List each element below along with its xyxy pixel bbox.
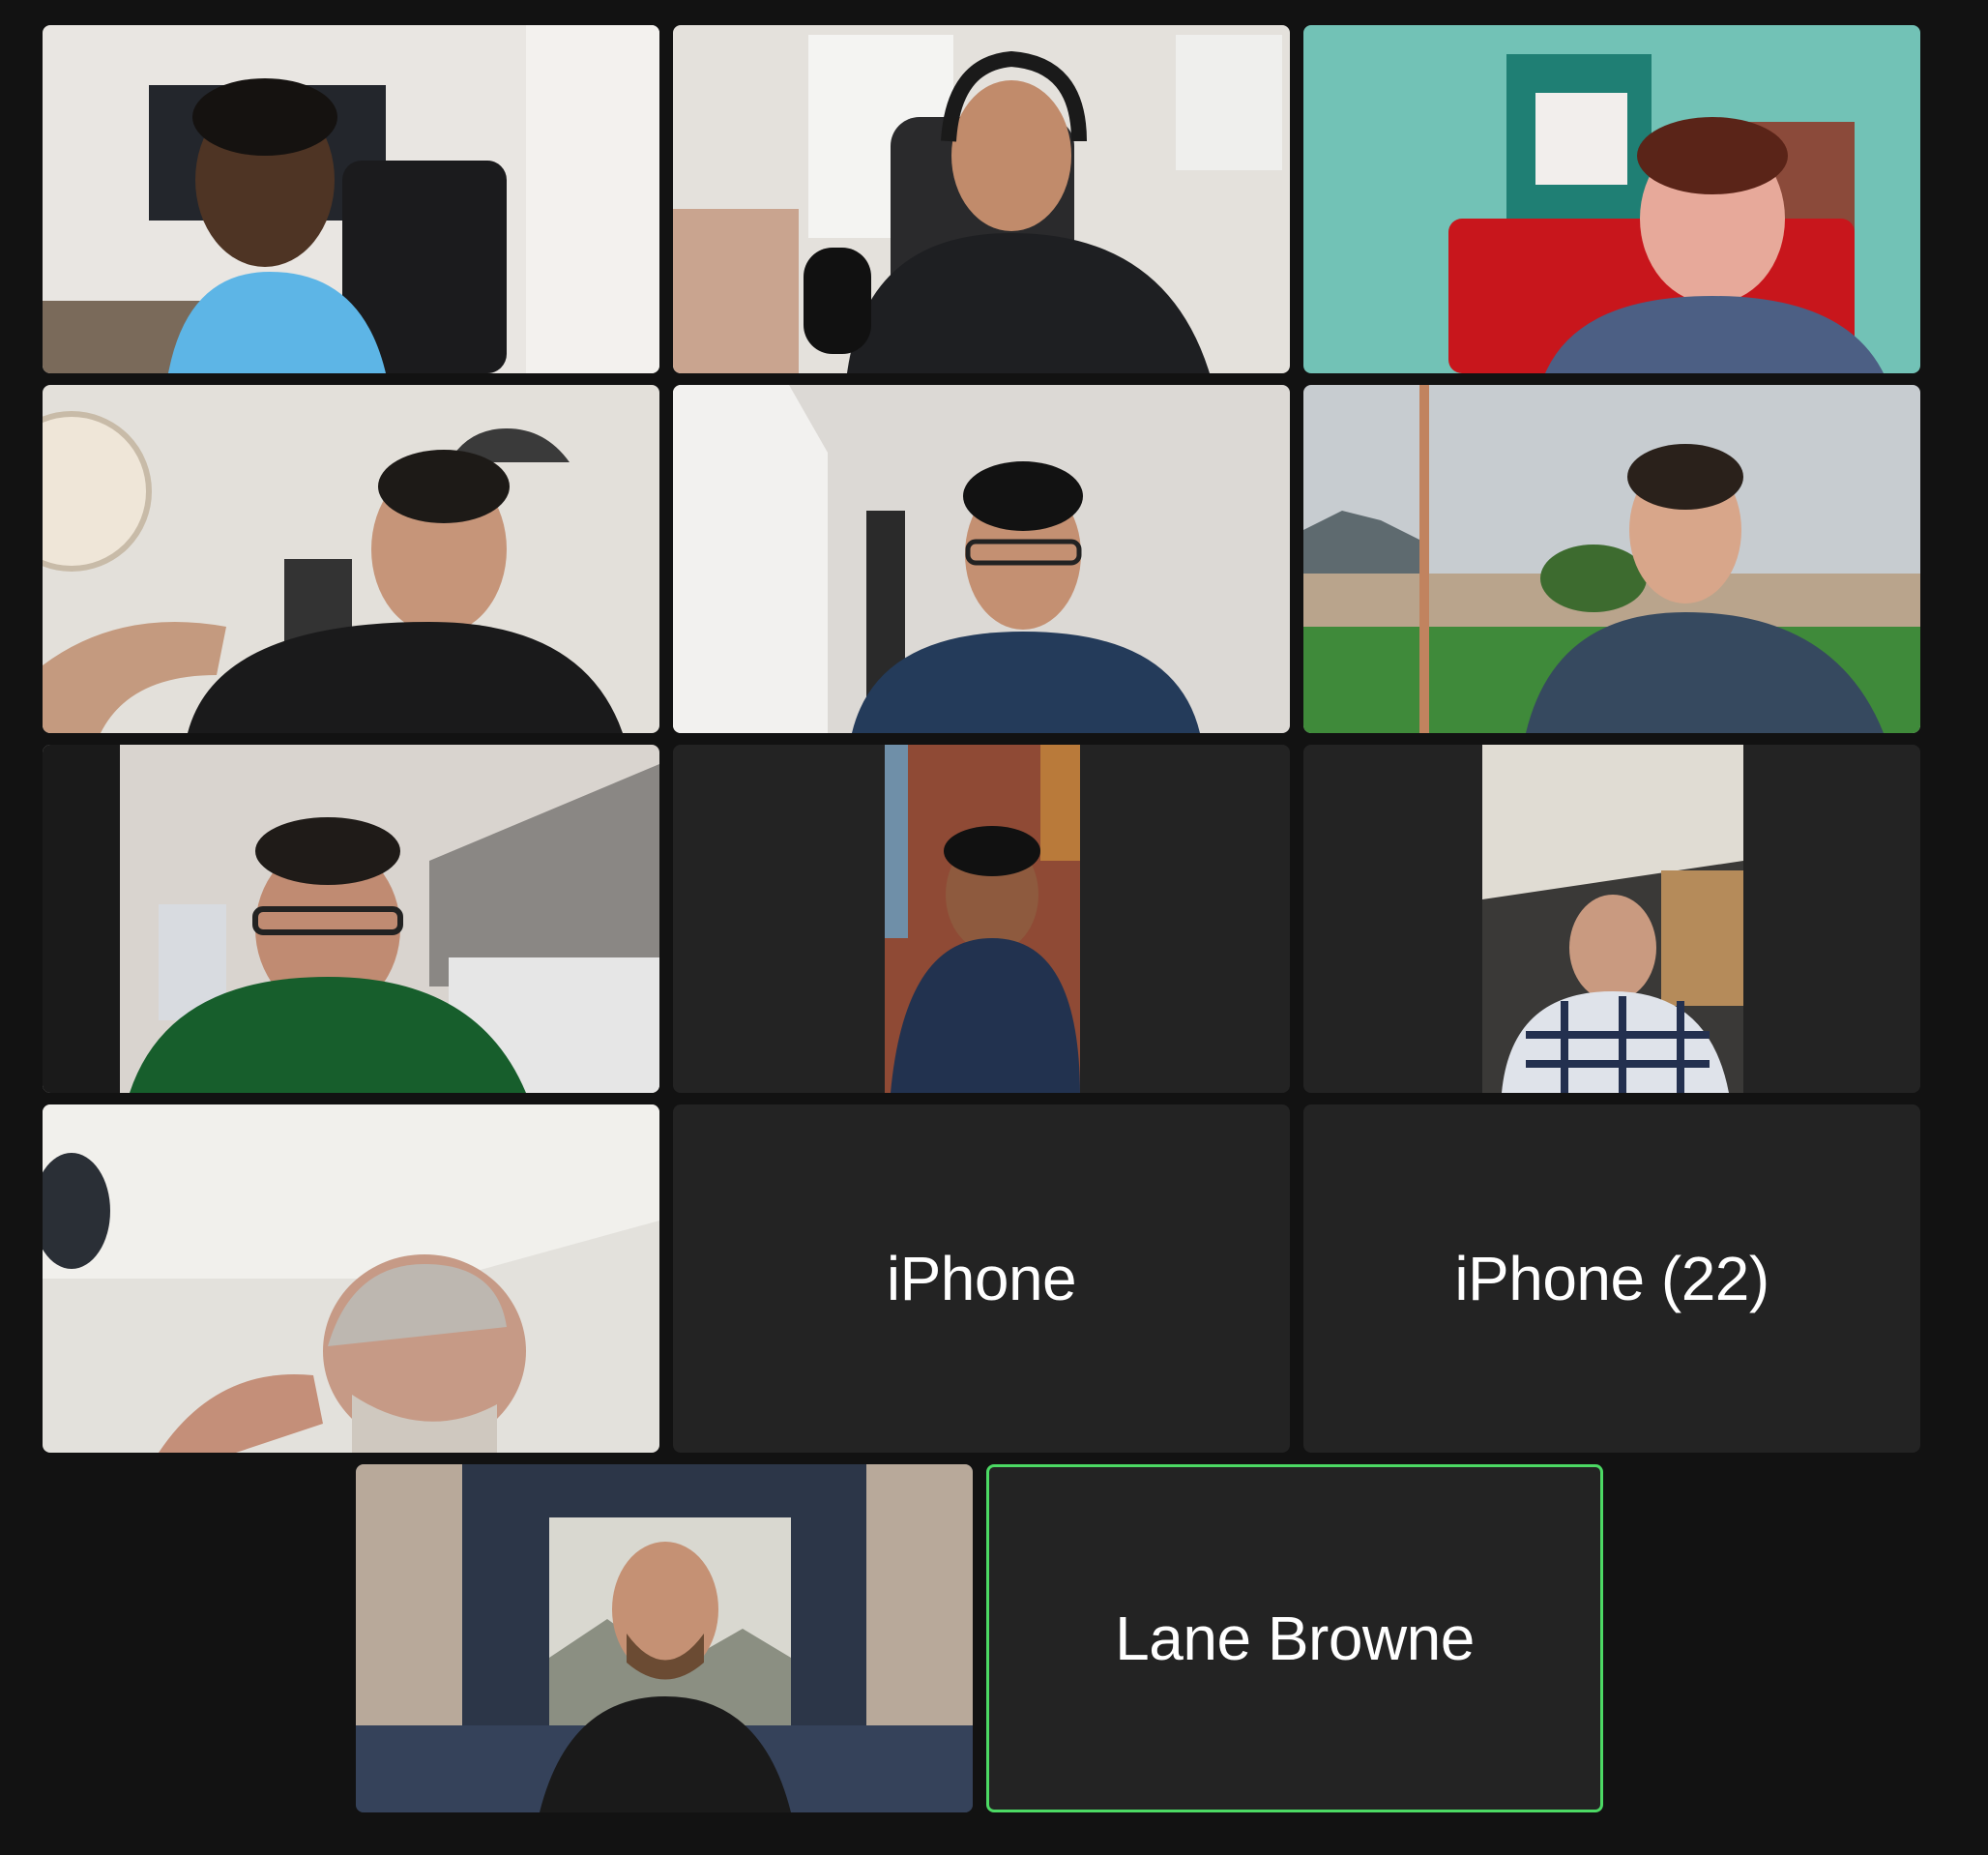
participant-video	[1303, 745, 1920, 1093]
participant-video	[43, 385, 659, 733]
participant-tile-3[interactable]	[1303, 25, 1920, 373]
participant-video	[43, 25, 659, 373]
participant-tile-8[interactable]	[673, 745, 1290, 1093]
participant-video	[673, 745, 1290, 1093]
participant-video	[43, 1104, 659, 1453]
participant-tile-13[interactable]	[356, 1464, 973, 1812]
participant-tile-9[interactable]	[1303, 745, 1920, 1093]
participant-video	[1303, 25, 1920, 373]
participant-tile-2[interactable]	[673, 25, 1290, 373]
participant-name: Lane Browne	[1115, 1604, 1475, 1673]
participant-tile-4[interactable]	[43, 385, 659, 733]
participant-video	[1303, 385, 1920, 733]
participant-tile-10[interactable]	[43, 1104, 659, 1453]
participant-tile-7[interactable]	[43, 745, 659, 1093]
participant-tile-5[interactable]	[673, 385, 1290, 733]
participant-tile-12[interactable]: iPhone (22)	[1303, 1104, 1920, 1453]
participant-video	[673, 385, 1290, 733]
participant-video	[673, 25, 1290, 373]
participant-name: iPhone (22)	[1454, 1244, 1769, 1313]
participant-video	[43, 745, 659, 1093]
participant-name: iPhone	[886, 1244, 1077, 1313]
participant-video	[356, 1464, 973, 1812]
participant-tile-14-active-speaker[interactable]: Lane Browne	[986, 1464, 1603, 1812]
participant-tile-6[interactable]	[1303, 385, 1920, 733]
participant-tile-1[interactable]	[43, 25, 659, 373]
participant-tile-11[interactable]: iPhone	[673, 1104, 1290, 1453]
